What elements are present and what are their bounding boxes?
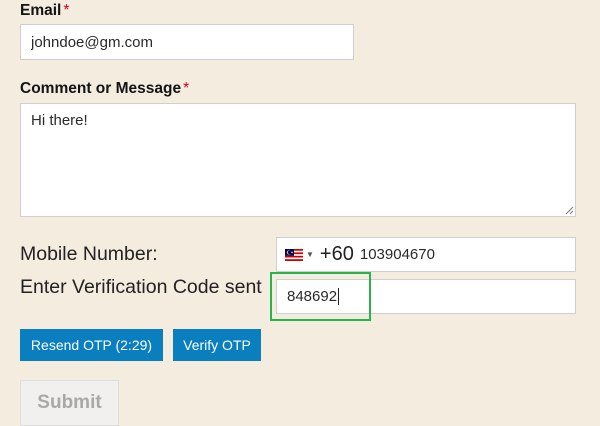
country-code: +60 (319, 243, 354, 265)
required-mark: * (183, 80, 190, 97)
verification-code-value: 848692 (287, 288, 338, 305)
mobile-label: Mobile Number: (20, 243, 158, 265)
phone-number-value: 103904670 (359, 246, 435, 263)
email-input[interactable] (20, 24, 354, 60)
text-cursor (338, 288, 340, 305)
comment-label-text: Comment or Message (20, 80, 182, 97)
verification-code-input[interactable]: 848692 (276, 279, 576, 314)
submit-button[interactable]: Submit (20, 380, 119, 426)
resize-grip-icon[interactable] (564, 205, 574, 215)
verification-label: Enter Verification Code sent (20, 276, 262, 298)
malaysia-flag-icon (285, 248, 303, 261)
verify-otp-button[interactable]: Verify OTP (173, 329, 261, 361)
country-selector[interactable]: ▼ (285, 248, 314, 261)
dropdown-caret-icon: ▼ (306, 250, 314, 259)
email-label-text: Email (20, 2, 62, 19)
email-label: Email * (20, 2, 69, 20)
required-mark: * (63, 2, 70, 19)
phone-input[interactable]: ▼ +60 103904670 (276, 237, 576, 272)
comment-textarea[interactable]: Hi there! (20, 103, 576, 217)
comment-label: Comment or Message * (20, 80, 189, 98)
resend-otp-button[interactable]: Resend OTP (2:29) (20, 329, 163, 361)
